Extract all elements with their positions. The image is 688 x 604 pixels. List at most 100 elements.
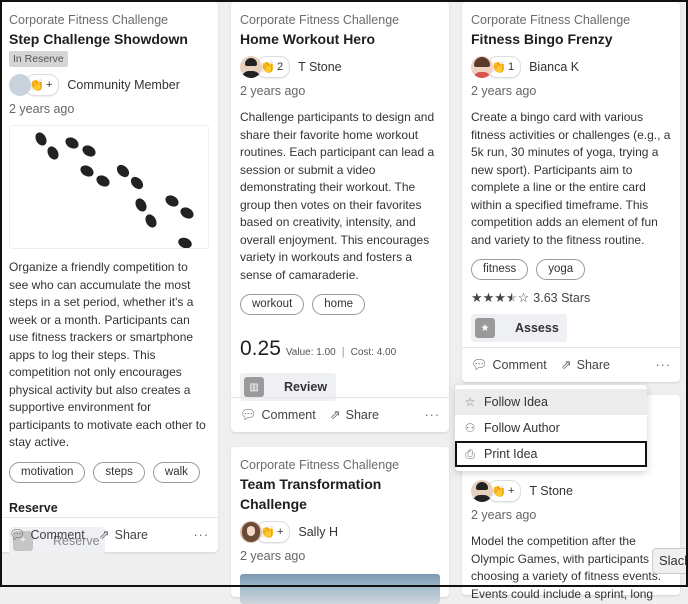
avatar [471, 480, 493, 502]
star-full-icon: ★ [482, 290, 495, 305]
card-footer: 💬︎ Comment ⇗ Share ··· [231, 397, 449, 432]
tag-list: fitness yoga [471, 259, 671, 280]
menu-item-follow-author[interactable]: ⚇ Follow Author [455, 415, 647, 441]
assess-button[interactable]: ★ Assess [471, 314, 567, 342]
comment-label: Comment [492, 358, 547, 372]
card-footer: 💬︎ Comment ⇗ Share ··· [462, 347, 680, 382]
star-full-icon: ★ [494, 290, 506, 305]
printer-icon: ⎙ [465, 446, 475, 461]
comment-button[interactable]: 💬︎ Comment [9, 527, 85, 543]
idea-category: Corporate Fitness Challenge [240, 13, 400, 27]
clap-count: 1 [507, 61, 515, 73]
idea-category: Corporate Fitness Challenge [9, 13, 169, 27]
idea-category: Corporate Fitness Challenge [240, 458, 400, 472]
idea-description: Create a bingo card with various fitness… [471, 110, 671, 247]
idea-card-team-transformation[interactable]: Corporate Fitness Challenge Team Transfo… [231, 447, 449, 604]
more-options-button[interactable]: ··· [194, 528, 210, 542]
rating-label: 3.63 Stars [533, 291, 591, 305]
comment-button[interactable]: 💬︎ Comment [471, 357, 547, 373]
card-footer: 💬︎ Comment ⇗ Share ··· [0, 517, 218, 552]
author-name[interactable]: T Stone [529, 484, 573, 498]
idea-card-home-workout[interactable]: Corporate Fitness Challenge Home Workout… [231, 2, 449, 432]
idea-title[interactable]: Home Workout Hero [240, 29, 440, 49]
star-full-icon: ★ [471, 290, 483, 305]
more-options-button[interactable]: ··· [425, 408, 441, 422]
share-icon: ⇗ [560, 357, 572, 372]
comment-icon: 💬︎ [9, 527, 26, 542]
timestamp: 2 years ago [9, 102, 75, 116]
comment-label: Comment [261, 408, 316, 422]
tag[interactable]: steps [93, 461, 145, 483]
idea-title[interactable]: Step Challenge Showdown [9, 29, 209, 49]
slack-tooltip: Slack [652, 548, 688, 574]
clap-icon: 👏 [491, 484, 506, 498]
clap-count: + [45, 79, 53, 91]
share-icon: ⇗ [329, 407, 341, 422]
clap-icon: 👏 [29, 78, 44, 92]
assess-button-label: Assess [515, 321, 559, 335]
share-button[interactable]: ⇗ Share [561, 357, 610, 373]
star-outline-icon: ☆ [464, 395, 476, 409]
footprints-image [9, 125, 209, 249]
tag[interactable]: walk [152, 461, 200, 483]
review-button-label: Review [284, 380, 328, 394]
clap-count: + [507, 485, 515, 497]
menu-item-follow-idea[interactable]: ☆ Follow Idea [455, 389, 647, 415]
menu-item-label: Follow Idea [484, 395, 548, 409]
author-name[interactable]: Community Member [67, 78, 180, 92]
tag[interactable]: home [312, 294, 366, 315]
score-summary: 0.25 Value: 1.00 | Cost: 4.00 [240, 337, 440, 361]
comment-label: Comment [30, 528, 85, 542]
tag[interactable]: motivation [9, 461, 86, 483]
comment-button[interactable]: 💬︎ Comment [240, 407, 316, 423]
clap-icon: 👏 [260, 60, 275, 74]
reserve-section-label: Reserve [9, 500, 58, 515]
avatar [240, 521, 262, 543]
clap-count: 2 [276, 61, 284, 73]
tag[interactable]: fitness [471, 259, 529, 280]
clap-count: + [276, 526, 284, 538]
idea-description: Model the competition after the Olympic … [471, 534, 662, 601]
idea-card-fitness-bingo[interactable]: Corporate Fitness Challenge Fitness Bing… [462, 2, 680, 382]
menu-item-label: Follow Author [484, 421, 560, 435]
idea-title[interactable]: Team Transformation Challenge [240, 474, 420, 514]
tag[interactable]: workout [240, 294, 305, 315]
idea-category: Corporate Fitness Challenge [471, 13, 631, 27]
star-half-icon: ★ [505, 290, 518, 305]
timestamp: 2 years ago [471, 508, 537, 522]
idea-title[interactable]: Fitness Bingo Frenzy [471, 29, 671, 49]
idea-description: Challenge participants to design and sha… [240, 110, 435, 282]
author-name[interactable]: T Stone [298, 60, 342, 74]
score-cost-label: Cost: 4.00 [350, 347, 397, 358]
divider: | [341, 346, 345, 358]
comment-icon: 💬︎ [471, 357, 488, 372]
comment-icon: 💬︎ [240, 407, 257, 422]
chart-icon: ▥ [244, 377, 264, 397]
share-label: Share [345, 408, 379, 422]
score-value: 0.25 [240, 337, 281, 360]
clap-icon: 👏 [491, 60, 506, 74]
share-button[interactable]: ⇗ Share [99, 527, 148, 543]
share-label: Share [114, 528, 148, 542]
timestamp: 2 years ago [240, 84, 306, 98]
tag-list: workout home [240, 294, 440, 315]
idea-card-step-challenge[interactable]: Corporate Fitness Challenge Step Challen… [0, 2, 218, 555]
clap-icon: 👏 [260, 525, 275, 539]
tag[interactable]: yoga [536, 259, 586, 280]
share-icon: ⇗ [98, 527, 110, 542]
more-options-menu: ☆ Follow Idea ⚇ Follow Author ⎙ Print Id… [455, 385, 647, 471]
author-name[interactable]: Sally H [298, 525, 338, 539]
star-icon: ★ [475, 318, 495, 338]
user-follow-icon: ⚇ [464, 421, 476, 435]
menu-item-label: Print Idea [484, 447, 538, 461]
tag-list: motivation steps walk [9, 461, 209, 483]
status-badge: In Reserve [9, 51, 68, 67]
more-options-button[interactable]: ··· [656, 358, 672, 372]
share-label: Share [576, 358, 610, 372]
author-name[interactable]: Bianca K [529, 60, 579, 74]
star-empty-icon: ☆ [517, 290, 530, 305]
score-value-label: Value: 1.00 [285, 347, 336, 358]
avatar [9, 74, 31, 96]
share-button[interactable]: ⇗ Share [330, 407, 379, 423]
menu-item-print-idea[interactable]: ⎙ Print Idea [455, 441, 647, 467]
